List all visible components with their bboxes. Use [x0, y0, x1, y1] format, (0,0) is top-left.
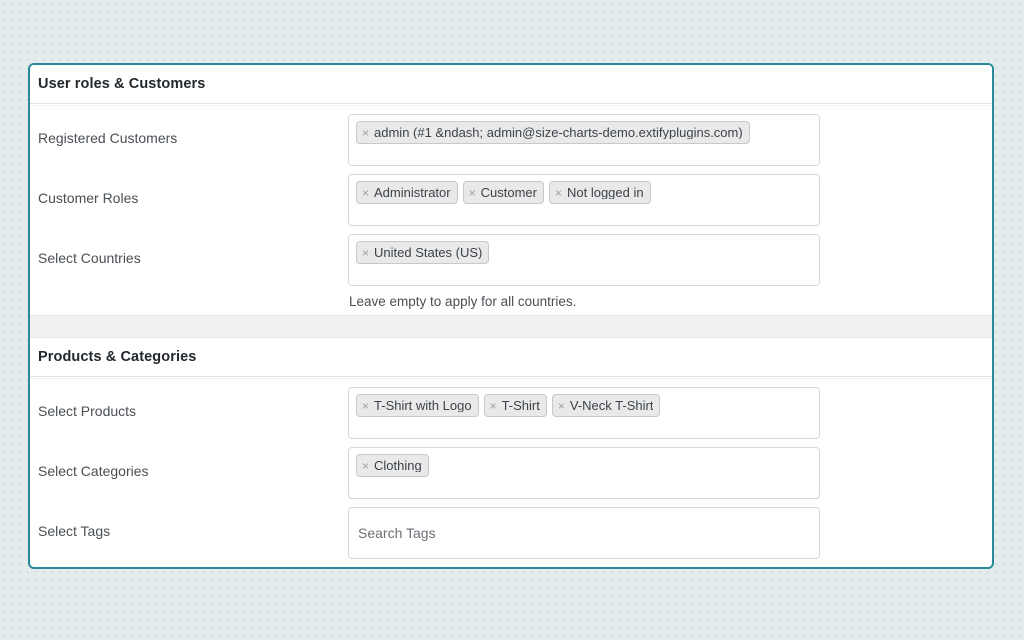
section-body-products-categories: Select Products × T-Shirt with Logo × T-…	[30, 377, 992, 569]
field-control: × Administrator × Customer × Not logged …	[348, 174, 820, 226]
remove-token-icon[interactable]: ×	[558, 400, 565, 412]
token[interactable]: × Clothing	[356, 454, 429, 477]
token-label: T-Shirt with Logo	[374, 399, 472, 412]
field-control: × Clothing	[348, 447, 820, 499]
field-label: Select Categories	[38, 447, 348, 480]
section-title: Products & Categories	[38, 349, 196, 365]
remove-token-icon[interactable]: ×	[555, 187, 562, 199]
token[interactable]: × admin (#1 &ndash; admin@size-charts-de…	[356, 121, 750, 144]
remove-token-icon[interactable]: ×	[469, 187, 476, 199]
field-row-select-categories: Select Categories × Clothing	[30, 447, 992, 507]
registered-customers-token-input[interactable]: × admin (#1 &ndash; admin@size-charts-de…	[348, 114, 820, 166]
field-label: Select Products	[38, 387, 348, 420]
select-tags-search-input[interactable]: Search Tags	[348, 507, 820, 559]
field-row-select-products: Select Products × T-Shirt with Logo × T-…	[30, 387, 992, 447]
remove-token-icon[interactable]: ×	[490, 400, 497, 412]
token[interactable]: × T-Shirt with Logo	[356, 394, 479, 417]
field-label: Select Tags	[38, 507, 348, 540]
select-countries-token-input[interactable]: × United States (US)	[348, 234, 820, 286]
field-control: × T-Shirt with Logo × T-Shirt × V-Neck T…	[348, 387, 820, 439]
section-title: User roles & Customers	[38, 76, 205, 92]
token-label: Administrator	[374, 186, 451, 199]
section-header-user-roles: User roles & Customers	[30, 65, 992, 104]
field-control: Search Tags	[348, 507, 820, 559]
section-divider	[30, 315, 992, 338]
token[interactable]: × V-Neck T-Shirt	[552, 394, 661, 417]
settings-panel: User roles & Customers Registered Custom…	[28, 63, 994, 569]
field-label: Customer Roles	[38, 174, 348, 207]
token[interactable]: × T-Shirt	[484, 394, 547, 417]
field-control: × admin (#1 &ndash; admin@size-charts-de…	[348, 114, 820, 166]
field-row-customer-roles: Customer Roles × Administrator × Custome…	[30, 174, 992, 234]
section-body-user-roles: Registered Customers × admin (#1 &ndash;…	[30, 104, 992, 315]
section-header-products-categories: Products & Categories	[30, 338, 992, 377]
token-label: Not logged in	[567, 186, 644, 199]
customer-roles-token-input[interactable]: × Administrator × Customer × Not logged …	[348, 174, 820, 226]
token-label: admin (#1 &ndash; admin@size-charts-demo…	[374, 126, 743, 139]
field-row-select-tags: Select Tags Search Tags	[30, 507, 992, 567]
token-label: T-Shirt	[502, 399, 540, 412]
remove-token-icon[interactable]: ×	[362, 460, 369, 472]
remove-token-icon[interactable]: ×	[362, 247, 369, 259]
token-label: Customer	[481, 186, 537, 199]
field-control: × United States (US) Leave empty to appl…	[348, 234, 820, 309]
token-label: Clothing	[374, 459, 422, 472]
select-categories-token-input[interactable]: × Clothing	[348, 447, 820, 499]
field-row-registered-customers: Registered Customers × admin (#1 &ndash;…	[30, 114, 992, 174]
remove-token-icon[interactable]: ×	[362, 400, 369, 412]
token[interactable]: × Customer	[463, 181, 544, 204]
field-label: Registered Customers	[38, 114, 348, 147]
select-tags-placeholder: Search Tags	[358, 525, 436, 541]
token[interactable]: × Administrator	[356, 181, 458, 204]
field-label: Select Countries	[38, 234, 348, 267]
token-label: United States (US)	[374, 246, 482, 259]
token[interactable]: × Not logged in	[549, 181, 651, 204]
remove-token-icon[interactable]: ×	[362, 187, 369, 199]
token-label: V-Neck T-Shirt	[570, 399, 654, 412]
field-row-select-countries: Select Countries × United States (US) Le…	[30, 234, 992, 309]
remove-token-icon[interactable]: ×	[362, 127, 369, 139]
token[interactable]: × United States (US)	[356, 241, 489, 264]
select-products-token-input[interactable]: × T-Shirt with Logo × T-Shirt × V-Neck T…	[348, 387, 820, 439]
field-hint: Leave empty to apply for all countries.	[348, 294, 820, 309]
